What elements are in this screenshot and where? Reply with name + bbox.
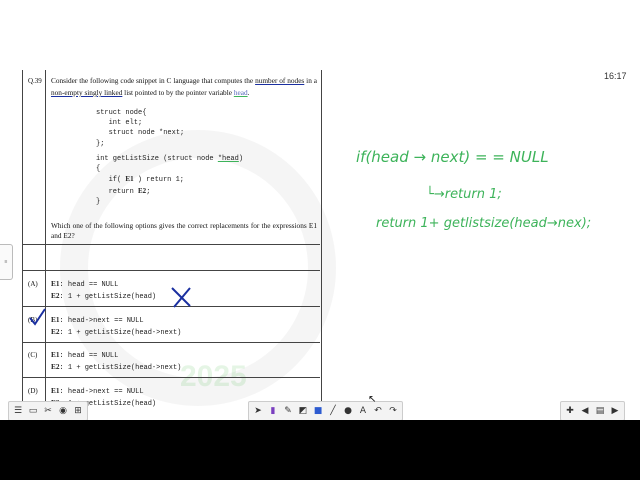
- page-icon[interactable]: ▤: [594, 405, 606, 417]
- drawing-toolbar: ➤ ▮ ✎ ◩ ■ ╱ ● A ↶ ↷: [248, 401, 403, 420]
- prev-page-icon[interactable]: ◀: [579, 405, 591, 417]
- handwritten-line-3: return 1+ getlistsize(head→nex);: [376, 216, 592, 231]
- handwritten-line-2: └→return 1;: [426, 187, 502, 202]
- tools-icon[interactable]: ✂: [42, 405, 54, 417]
- mouse-cursor-icon: ↖: [368, 394, 377, 405]
- clock: 16:17: [604, 71, 627, 81]
- shape-icon[interactable]: ■: [312, 405, 324, 417]
- letterbox-bar: [0, 420, 640, 480]
- side-panel-tab[interactable]: ≡: [0, 244, 13, 280]
- menu-icon[interactable]: ☰: [12, 405, 24, 417]
- undo-icon[interactable]: ↶: [372, 405, 384, 417]
- camera-icon[interactable]: ◉: [57, 405, 69, 417]
- color-icon[interactable]: ●: [342, 405, 354, 417]
- text-icon[interactable]: A: [357, 405, 369, 417]
- screen-icon[interactable]: ▭: [27, 405, 39, 417]
- eraser-icon[interactable]: ◩: [297, 405, 309, 417]
- add-page-icon[interactable]: ✚: [564, 405, 576, 417]
- zoom-icon[interactable]: ⊞: [72, 405, 84, 417]
- left-toolbar: ☰ ▭ ✂ ◉ ⊞: [8, 401, 88, 420]
- annotation-layer: [29, 287, 191, 326]
- check-mark-icon: [29, 308, 46, 326]
- next-page-icon[interactable]: ▶: [609, 405, 621, 417]
- pointer-icon[interactable]: ➤: [252, 405, 264, 417]
- highlighter-icon[interactable]: ✎: [282, 405, 294, 417]
- right-toolbar: ✚ ◀ ▤ ▶: [560, 401, 625, 420]
- handwritten-line-1: if(head → next) = = NULL: [356, 148, 549, 166]
- line-icon[interactable]: ╱: [327, 405, 339, 417]
- pen-icon[interactable]: ▮: [267, 405, 279, 417]
- cross-mark-icon: [171, 287, 191, 308]
- whiteboard-canvas[interactable]: 2025 Q.39 Consider the following code sn…: [0, 0, 640, 420]
- redo-icon[interactable]: ↷: [387, 405, 399, 417]
